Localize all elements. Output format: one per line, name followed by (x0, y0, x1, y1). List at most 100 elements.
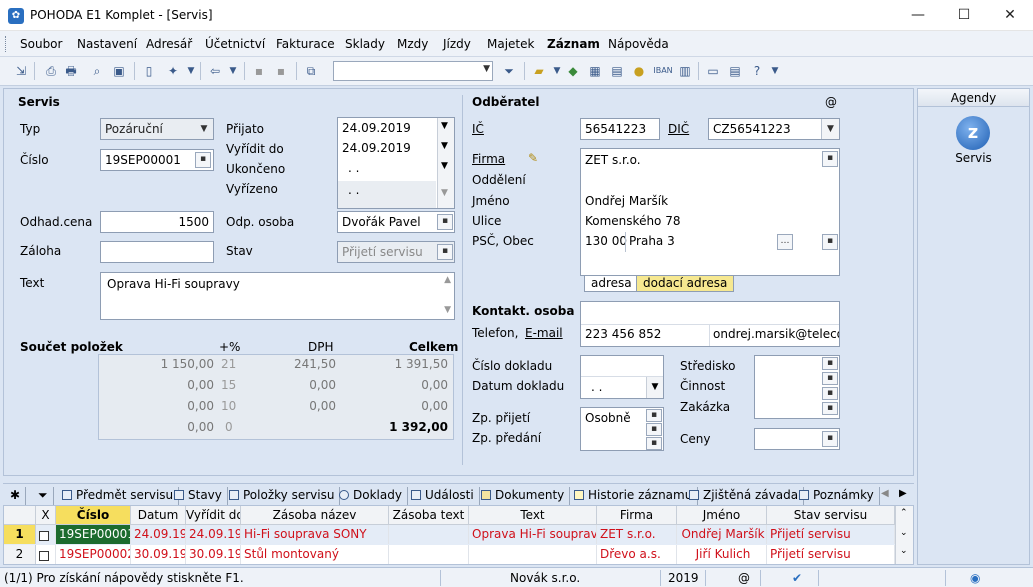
close-button[interactable]: ✕ (987, 0, 1033, 31)
quick-search-combo[interactable]: ▼ (333, 61, 493, 81)
row-zasoba-text[interactable] (389, 525, 469, 544)
email-label[interactable]: E-mail (525, 326, 563, 340)
ic-label[interactable]: IČ (472, 122, 484, 136)
menu-jizdy[interactable]: Jízdy (443, 37, 471, 51)
wizard-dropdown-icon[interactable]: ▼ (182, 62, 200, 80)
datum-dokladu-field[interactable]: . . (591, 380, 602, 394)
wizard-icon[interactable]: ✦ (164, 62, 182, 80)
tab-adresa[interactable]: adresa (584, 276, 639, 292)
scroll-down-icon[interactable]: ⌄ (900, 528, 908, 538)
save-icon[interactable]: ▪ (250, 62, 268, 80)
tab-dodaci-adresa[interactable]: dodací adresa (636, 276, 735, 292)
prijato-field[interactable]: 24.09.2019 (342, 121, 411, 135)
table-row[interactable]: 2 19SEP00002 30.09.19 30.09.19 Stůl mont… (4, 545, 895, 564)
servis-agenda-icon[interactable]: z (956, 116, 990, 150)
scroll-end-icon[interactable]: ⌄ (900, 546, 908, 556)
ulice-field[interactable]: Komenského 78 (585, 214, 680, 228)
menu-soubor[interactable]: Soubor (20, 37, 62, 51)
iban-icon[interactable]: IBAN (652, 62, 674, 80)
help-icon[interactable]: ? (748, 62, 766, 80)
grid-header-x[interactable]: X (36, 506, 56, 525)
maximize-button[interactable]: ☐ (941, 0, 987, 31)
firma-label[interactable]: Firma (472, 152, 505, 166)
zp-prijeti-picker-icon[interactable]: ▪ (646, 409, 662, 422)
row-zasoba[interactable]: Stůl montovaný (241, 545, 389, 564)
grid-header-firma[interactable]: Firma (597, 506, 677, 525)
row-text[interactable]: Oprava Hi-Fi soupravy (469, 525, 597, 544)
stredisko-scroll-icon[interactable]: ▪ (822, 372, 838, 385)
tabs-scroll-left-icon[interactable]: ◀ (881, 488, 889, 499)
psc-scroll-icon[interactable]: ▪ (822, 234, 838, 250)
status-email-icon[interactable]: @ (738, 570, 750, 586)
row-checkbox[interactable] (36, 525, 56, 544)
menu-adresar[interactable]: Adresář (146, 37, 192, 51)
grid-scrollbar[interactable]: ⌃ ⌄ ⌄ (895, 506, 913, 564)
zakazka-picker-icon[interactable]: ▪ (822, 402, 838, 415)
tab-all-icon[interactable]: ✱ (7, 487, 27, 505)
message-icon[interactable]: ▭ (704, 62, 722, 80)
tab-stavy[interactable]: Stavy (171, 487, 228, 505)
minimize-button[interactable]: — (895, 0, 941, 31)
row-datum[interactable]: 24.09.19 (131, 525, 186, 544)
row-firma[interactable]: Dřevo a.s. (597, 545, 677, 564)
odp-osoba-picker-icon[interactable]: ▪ (437, 214, 453, 230)
dic-field[interactable]: CZ56541223 ▼ (708, 118, 840, 140)
grid-header-zasoba-nazev[interactable]: Zásoba název (241, 506, 389, 525)
cancel-edit-icon[interactable]: ▪ (272, 62, 290, 80)
menu-nastaveni[interactable]: Nastavení (77, 37, 137, 51)
ic-field[interactable]: 56541223 (580, 118, 660, 140)
bank-icon[interactable]: ▥ (676, 62, 694, 80)
tabs-scroll-right-icon[interactable]: ▶ (899, 488, 907, 499)
firma-scroll-icon[interactable]: ▪ (822, 151, 838, 167)
menu-sklady[interactable]: Sklady (345, 37, 385, 51)
print-icon[interactable]: 🖶 (62, 62, 80, 80)
stav-field[interactable]: Přijetí servisu ▪ (337, 241, 455, 263)
print-setup-icon[interactable]: ▣ (110, 62, 128, 80)
back-dropdown-icon[interactable]: ▼ (224, 62, 242, 80)
folder-icon[interactable]: ▰ (530, 62, 548, 80)
menu-ucetnictvi[interactable]: Účetnictví (205, 37, 265, 51)
grid-header-text[interactable]: Text (469, 506, 597, 525)
stredisko-picker-icon[interactable]: ▪ (822, 357, 838, 370)
row-stav[interactable]: Přijetí servisu (767, 525, 895, 544)
tab-poznamky[interactable]: Poznámky (796, 487, 880, 505)
email-field[interactable]: ondrej.marsik@telecom (713, 327, 839, 341)
row-firma[interactable]: ZET s.r.o. (597, 525, 677, 544)
dates-scrollbar[interactable]: ▼ ▼ ▼ ▼ (437, 118, 454, 208)
scroll-up-icon[interactable]: ⌃ (900, 508, 908, 518)
tab-udalosti[interactable]: Události (408, 487, 480, 505)
chevron-down-icon[interactable]: ▼ (646, 377, 663, 398)
vyridit-field[interactable]: 24.09.2019 (342, 141, 411, 155)
grid-header-jmeno[interactable]: Jméno (677, 506, 767, 525)
coins-icon[interactable]: ● (630, 62, 648, 80)
address-book-icon[interactable]: ✎ (528, 151, 538, 165)
row-vyridit[interactable]: 24.09.19 (186, 525, 241, 544)
dic-label[interactable]: DIČ (668, 122, 689, 136)
stav-picker-icon[interactable]: ▪ (437, 244, 453, 260)
ukonceno-field[interactable]: . . (348, 161, 359, 175)
menu-napoveda[interactable]: Nápověda (608, 37, 669, 51)
row-checkbox[interactable] (36, 545, 56, 564)
grid-header-cislo[interactable]: Číslo (56, 506, 131, 525)
row-datum[interactable]: 30.09.19 (131, 545, 186, 564)
tab-doklady[interactable]: Doklady (336, 487, 408, 505)
copy-icon[interactable]: ⧉ (302, 62, 320, 80)
row-zasoba[interactable]: Hi-Fi souprava SONY (241, 525, 389, 544)
export-icon[interactable]: ⎙ (42, 62, 60, 80)
row-jmeno[interactable]: Ondřej Maršík (677, 525, 767, 544)
menu-majetek[interactable]: Majetek (487, 37, 534, 51)
exit-icon[interactable]: ⇲ (12, 62, 30, 80)
zp-scroll-icon[interactable]: ▪ (646, 423, 662, 436)
text-area[interactable]: Oprava Hi-Fi soupravy ▲ ▼ (100, 272, 455, 320)
row-zasoba-text[interactable] (389, 545, 469, 564)
row-vyridit[interactable]: 30.09.19 (186, 545, 241, 564)
obec-picker-icon[interactable]: … (777, 234, 793, 250)
vyrizeno-field[interactable]: . . (338, 181, 436, 208)
row-stav[interactable]: Přijetí servisu (767, 545, 895, 564)
tab-historie-zaznamu[interactable]: Historie záznamu (571, 487, 699, 505)
filter-icon[interactable]: ⏷ (500, 62, 518, 80)
list-icon[interactable]: ▤ (726, 62, 744, 80)
grid-header-zasoba-text[interactable]: Zásoba text (389, 506, 469, 525)
odp-osoba-field[interactable]: Dvořák Pavel ▪ (337, 211, 455, 233)
menu-fakturace[interactable]: Fakturace (276, 37, 335, 51)
